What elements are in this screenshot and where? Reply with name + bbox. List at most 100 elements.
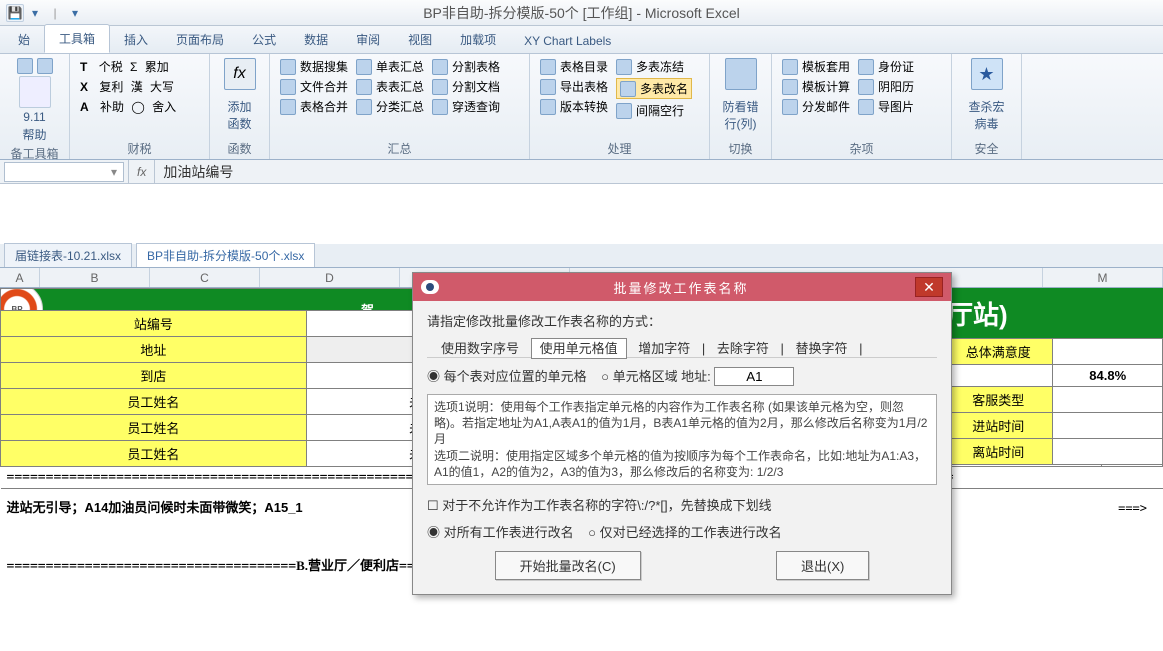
workbook-tab-2[interactable]: BP非自助-拆分模版-50个.xlsx xyxy=(136,243,315,267)
tab-add[interactable]: 增加字符 xyxy=(630,339,698,358)
ribbon-group-toolbox: 9.11 帮助 备工具箱 xyxy=(0,54,70,159)
btn-version[interactable]: 版本转换 xyxy=(540,98,608,115)
ribbon: 9.11 帮助 备工具箱 T 个税 Σ 累加 X 复利 漢 大写 A 补助 ◯ … xyxy=(0,54,1163,160)
cell-svc-label[interactable]: 客服类型 xyxy=(944,387,1053,413)
workbook-tab-1[interactable]: 届链接表-10.21.xlsx xyxy=(4,243,132,267)
cell-arrive-label[interactable]: 到店 xyxy=(1,363,307,389)
ribbon-tab-addins[interactable]: 加载项 xyxy=(446,26,510,53)
btn-data-collect[interactable]: 数据搜集 xyxy=(280,58,348,75)
version-icon[interactable] xyxy=(19,76,51,108)
checkbox-replace-invalid[interactable]: 对于不允许作为工作表名称的字符\:/?*[]，先替换成下划线 xyxy=(427,498,772,513)
tab-num[interactable]: 使用数字序号 xyxy=(433,339,527,358)
btn-toc[interactable]: 表格目录 xyxy=(540,58,608,75)
cell-emp3-label[interactable]: 员工姓名 xyxy=(1,441,307,467)
btn-exportimg[interactable]: 导图片 xyxy=(858,98,914,115)
dialog-title: 批量修改工作表名称 xyxy=(447,278,915,297)
col-D[interactable]: D xyxy=(260,268,400,287)
btn-template-calc[interactable]: 模板计算 xyxy=(782,78,850,95)
formula-bar: ▾ fx 加油站编号 xyxy=(0,160,1163,184)
btn-subsidy[interactable]: A 补助 ◯ 舍入 xyxy=(80,98,176,115)
tab-cellval[interactable]: 使用单元格值 xyxy=(531,338,627,359)
col-M[interactable]: M xyxy=(1043,268,1163,287)
radio-each-sheet[interactable]: 每个表对应位置的单元格 xyxy=(427,369,587,384)
ribbon-tab-toolbox[interactable]: 工具箱 xyxy=(44,24,110,53)
exit-button[interactable]: 退出(X) xyxy=(776,551,869,580)
btn-tax[interactable]: T 个税 Σ 累加 xyxy=(80,58,176,75)
qat-save-icon[interactable]: 💾 xyxy=(6,4,24,22)
ribbon-tab-start[interactable]: 始 xyxy=(4,26,44,53)
ribbon-group-func: fx 添加 函数 函数 xyxy=(210,54,270,159)
ribbon-group-misc: 模板套用 模板计算 分发邮件 身份证 阴阳历 导图片 杂项 xyxy=(772,54,952,159)
ribbon-group-switch: 防看错 行(列) 切换 xyxy=(710,54,772,159)
dialog-help: 选项1说明：使用每个工作表指定单元格的内容作为工作表名称 (如果该单元格为空，则… xyxy=(427,394,937,485)
btn-rename[interactable]: 多表改名 xyxy=(616,78,692,99)
cell-emp1-label[interactable]: 员工姓名 xyxy=(1,389,307,415)
formula-input[interactable]: 加油站编号 xyxy=(155,162,1163,182)
dialog-title-bar[interactable]: 批量修改工作表名称 ✕ xyxy=(413,273,951,301)
ribbon-tab-xychart[interactable]: XY Chart Labels xyxy=(510,29,625,53)
cell-satisfaction-label[interactable]: 总体满意度 xyxy=(944,339,1053,365)
tab-remove[interactable]: 去除字符 xyxy=(709,339,777,358)
btn-class-sum[interactable]: 分类汇总 xyxy=(356,98,424,115)
app-title-bar: 💾 ▾ | ▾ BP非自助-拆分模版-50个 [工作组] - Microsoft… xyxy=(0,0,1163,26)
dialog-close-button[interactable]: ✕ xyxy=(915,277,943,297)
name-box[interactable]: ▾ xyxy=(4,162,124,182)
dialog-instruction: 请指定修改批量修改工作表名称的方式： xyxy=(427,311,937,330)
cell-entertime-label[interactable]: 进站时间 xyxy=(944,413,1053,439)
qat-dropdown2-icon[interactable]: ▾ xyxy=(70,4,80,22)
brush-icon[interactable] xyxy=(17,58,33,74)
ribbon-group-secure: ★ 查杀宏 病毒 安全 xyxy=(952,54,1022,159)
btn-single-sum[interactable]: 单表汇总 xyxy=(356,58,424,75)
ribbon-group-summary: 数据搜集 文件合并 表格合并 单表汇总 表表汇总 分类汇总 分割表格 分割文档 … xyxy=(270,54,530,159)
fx-icon[interactable]: fx xyxy=(224,58,256,90)
eye-icon xyxy=(421,280,439,294)
btn-split-table[interactable]: 分割表格 xyxy=(432,58,500,75)
cell-leavetime-label[interactable]: 离站时间 xyxy=(944,439,1053,465)
radio-range[interactable]: 单元格区域 地址: xyxy=(601,369,711,384)
tab-replace[interactable]: 替换字符 xyxy=(788,339,856,358)
btn-blankrow[interactable]: 间隔空行 xyxy=(616,102,692,119)
btn-split-doc[interactable]: 分割文档 xyxy=(432,78,500,95)
btn-export[interactable]: 导出表格 xyxy=(540,78,608,95)
fx-icon[interactable]: fx xyxy=(128,160,155,183)
btn-mail[interactable]: 分发邮件 xyxy=(782,98,850,115)
prevent-icon[interactable] xyxy=(725,58,757,90)
radio-selected-sheets[interactable]: 仅对已经选择的工作表进行改名 xyxy=(588,525,781,540)
ribbon-tab-data[interactable]: 数据 xyxy=(290,26,342,53)
cell-station-id-label[interactable]: 站编号 xyxy=(1,311,307,337)
col-C[interactable]: C xyxy=(150,268,260,287)
btn-file-merge[interactable]: 文件合并 xyxy=(280,78,348,95)
btn-compound[interactable]: X 复利 漢 大写 xyxy=(80,78,176,95)
btn-drill[interactable]: 穿透查询 xyxy=(432,98,500,115)
cell-addr-label[interactable]: 地址 xyxy=(1,337,307,363)
ribbon-tab-insert[interactable]: 插入 xyxy=(110,26,162,53)
ribbon-group-tax: T 个税 Σ 累加 X 复利 漢 大写 A 补助 ◯ 舍入 财税 xyxy=(70,54,210,159)
quick-access-toolbar: 💾 ▾ | ▾ xyxy=(6,4,80,22)
star-icon[interactable]: ★ xyxy=(971,58,1003,90)
radio-all-sheets[interactable]: 对所有工作表进行改名 xyxy=(427,525,574,540)
btn-idcard[interactable]: 身份证 xyxy=(858,58,914,75)
cell-satisfaction[interactable]: 84.8% xyxy=(1053,365,1163,387)
ribbon-tab-view[interactable]: 视图 xyxy=(394,26,446,53)
col-B[interactable]: B xyxy=(40,268,150,287)
equals-arrow: ===> xyxy=(1118,501,1147,515)
ribbon-tab-formula[interactable]: 公式 xyxy=(238,26,290,53)
ribbon-tab-layout[interactable]: 页面布局 xyxy=(162,26,238,53)
qat-dropdown-icon[interactable]: ▾ xyxy=(30,4,40,22)
ribbon-group-process: 表格目录 导出表格 版本转换 多表冻结 多表改名 间隔空行 处理 xyxy=(530,54,710,159)
col-A[interactable]: A xyxy=(0,268,40,287)
header-text-right: 厅站) xyxy=(943,288,1163,338)
btn-freeze[interactable]: 多表冻结 xyxy=(616,58,692,75)
cell-emp2-label[interactable]: 员工姓名 xyxy=(1,415,307,441)
btn-calendar[interactable]: 阴阳历 xyxy=(858,78,914,95)
rename-dialog: 批量修改工作表名称 ✕ 请指定修改批量修改工作表名称的方式： 使用数字序号 使用… xyxy=(412,272,952,595)
start-rename-button[interactable]: 开始批量改名(C) xyxy=(495,551,641,580)
window-title: BP非自助-拆分模版-50个 [工作组] - Microsoft Excel xyxy=(423,3,740,23)
ribbon-tab-review[interactable]: 审阅 xyxy=(342,26,394,53)
workbook-tabs: 届链接表-10.21.xlsx BP非自助-拆分模版-50个.xlsx xyxy=(0,244,1163,268)
btn-table-merge[interactable]: 表格合并 xyxy=(280,98,348,115)
btn-template[interactable]: 模板套用 xyxy=(782,58,850,75)
btn-sheet-sum[interactable]: 表表汇总 xyxy=(356,78,424,95)
settings-icon[interactable] xyxy=(37,58,53,74)
address-input[interactable] xyxy=(714,367,794,386)
